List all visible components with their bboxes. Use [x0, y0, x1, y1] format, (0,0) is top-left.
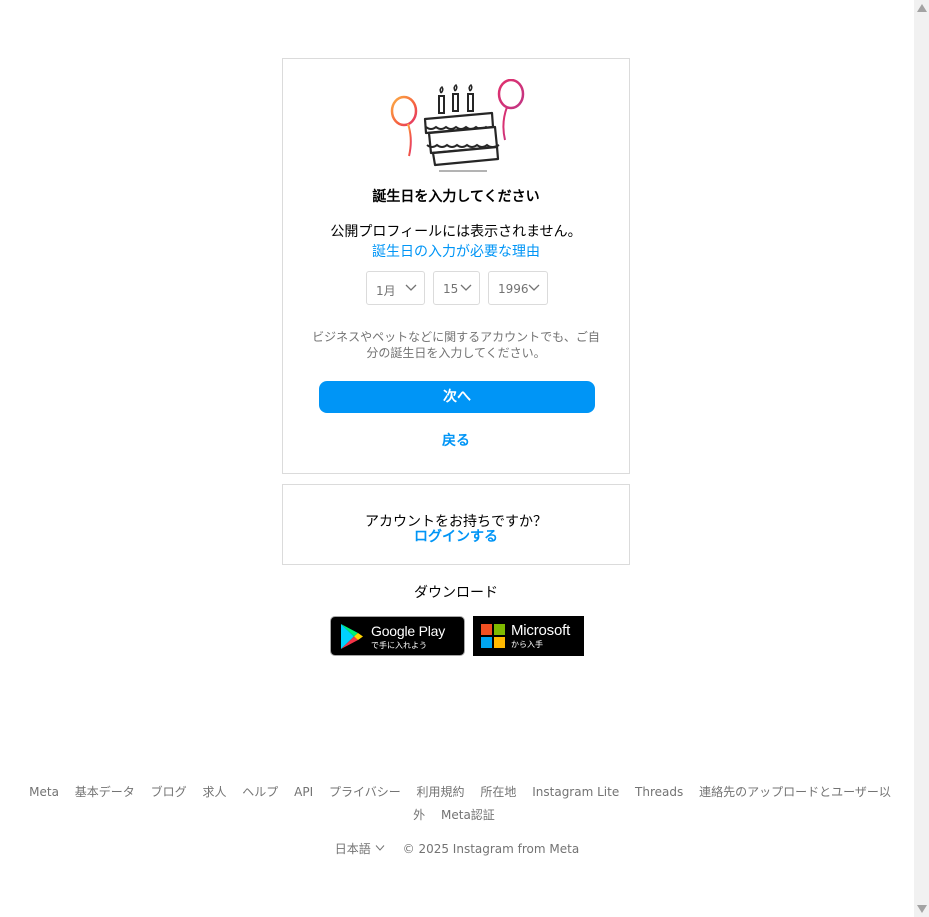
scroll-down-arrow-icon[interactable] — [917, 905, 927, 913]
vertical-scrollbar[interactable] — [914, 0, 929, 917]
google-play-caption: で手に入れよう — [371, 641, 427, 650]
footer-link-blog[interactable]: ブログ — [151, 785, 187, 799]
microsoft-store-badge[interactable]: Microsoft から入手 — [473, 616, 584, 656]
back-link[interactable]: 戻る — [283, 430, 629, 450]
chevron-down-icon — [460, 284, 472, 291]
day-select-value: 15 — [443, 282, 459, 296]
next-button[interactable]: 次へ — [319, 381, 595, 413]
footer-link-threads[interactable]: Threads — [635, 785, 683, 799]
footer-link-instagram-lite[interactable]: Instagram Lite — [532, 785, 619, 799]
footer-link-help[interactable]: ヘルプ — [242, 785, 278, 799]
month-select[interactable]: 1月 — [366, 271, 425, 305]
google-play-title: Google Play — [371, 623, 446, 639]
chevron-down-icon — [405, 284, 417, 291]
footer-bottom: 日本語 © 2025 Instagram from Meta — [0, 840, 914, 857]
footer-link-about[interactable]: 基本データ — [75, 785, 135, 799]
scroll-up-arrow-icon[interactable] — [917, 4, 927, 12]
footer-link-jobs[interactable]: 求人 — [202, 785, 226, 799]
footer-link-privacy[interactable]: プライバシー — [329, 785, 401, 799]
chevron-down-icon — [528, 284, 540, 291]
footer-links: Meta 基本データ ブログ 求人 ヘルプ API プライバシー 利用規約 所在… — [20, 781, 894, 827]
google-play-icon — [341, 624, 363, 649]
language-select[interactable]: 日本語 — [335, 842, 385, 856]
login-card: アカウントをお持ちですか？ ログインする — [282, 484, 630, 565]
page-title: 誕生日を入力してください — [372, 189, 540, 205]
privacy-subtitle: 公開プロフィールには表示されません。 — [330, 224, 582, 240]
day-select[interactable]: 15 — [433, 271, 480, 305]
footer-link-meta-verified[interactable]: Meta認証 — [441, 808, 495, 822]
language-label: 日本語 — [334, 842, 371, 856]
why-birthday-link[interactable]: 誕生日の入力が必要な理由 — [283, 241, 629, 261]
year-select[interactable]: 1996 — [488, 271, 548, 305]
birthday-card: 誕生日を入力してください 公開プロフィールには表示されません。 誕生日の入力が必… — [282, 58, 630, 474]
birthday-cake-icon — [390, 79, 525, 172]
microsoft-caption: から入手 — [511, 640, 543, 649]
year-select-value: 1996 — [498, 282, 529, 296]
login-link[interactable]: ログインする — [283, 526, 629, 546]
microsoft-title: Microsoft — [511, 622, 571, 639]
download-heading: ダウンロード — [414, 585, 498, 601]
chevron-down-icon — [375, 845, 385, 851]
google-play-badge[interactable]: Google Play で手に入れよう — [330, 616, 465, 656]
copyright: © 2025 Instagram from Meta — [402, 842, 580, 856]
month-select-value: 1月 — [376, 284, 396, 298]
footer-link-locations[interactable]: 所在地 — [480, 785, 516, 799]
footer-link-terms[interactable]: 利用規約 — [417, 785, 465, 799]
birthday-note: ビジネスやペットなどに関するアカウントでも、ご自分の誕生日を入力してください。 — [312, 330, 600, 360]
footer-link-meta[interactable]: Meta — [29, 785, 59, 799]
footer-link-api[interactable]: API — [294, 785, 313, 799]
microsoft-logo-icon — [481, 624, 505, 648]
